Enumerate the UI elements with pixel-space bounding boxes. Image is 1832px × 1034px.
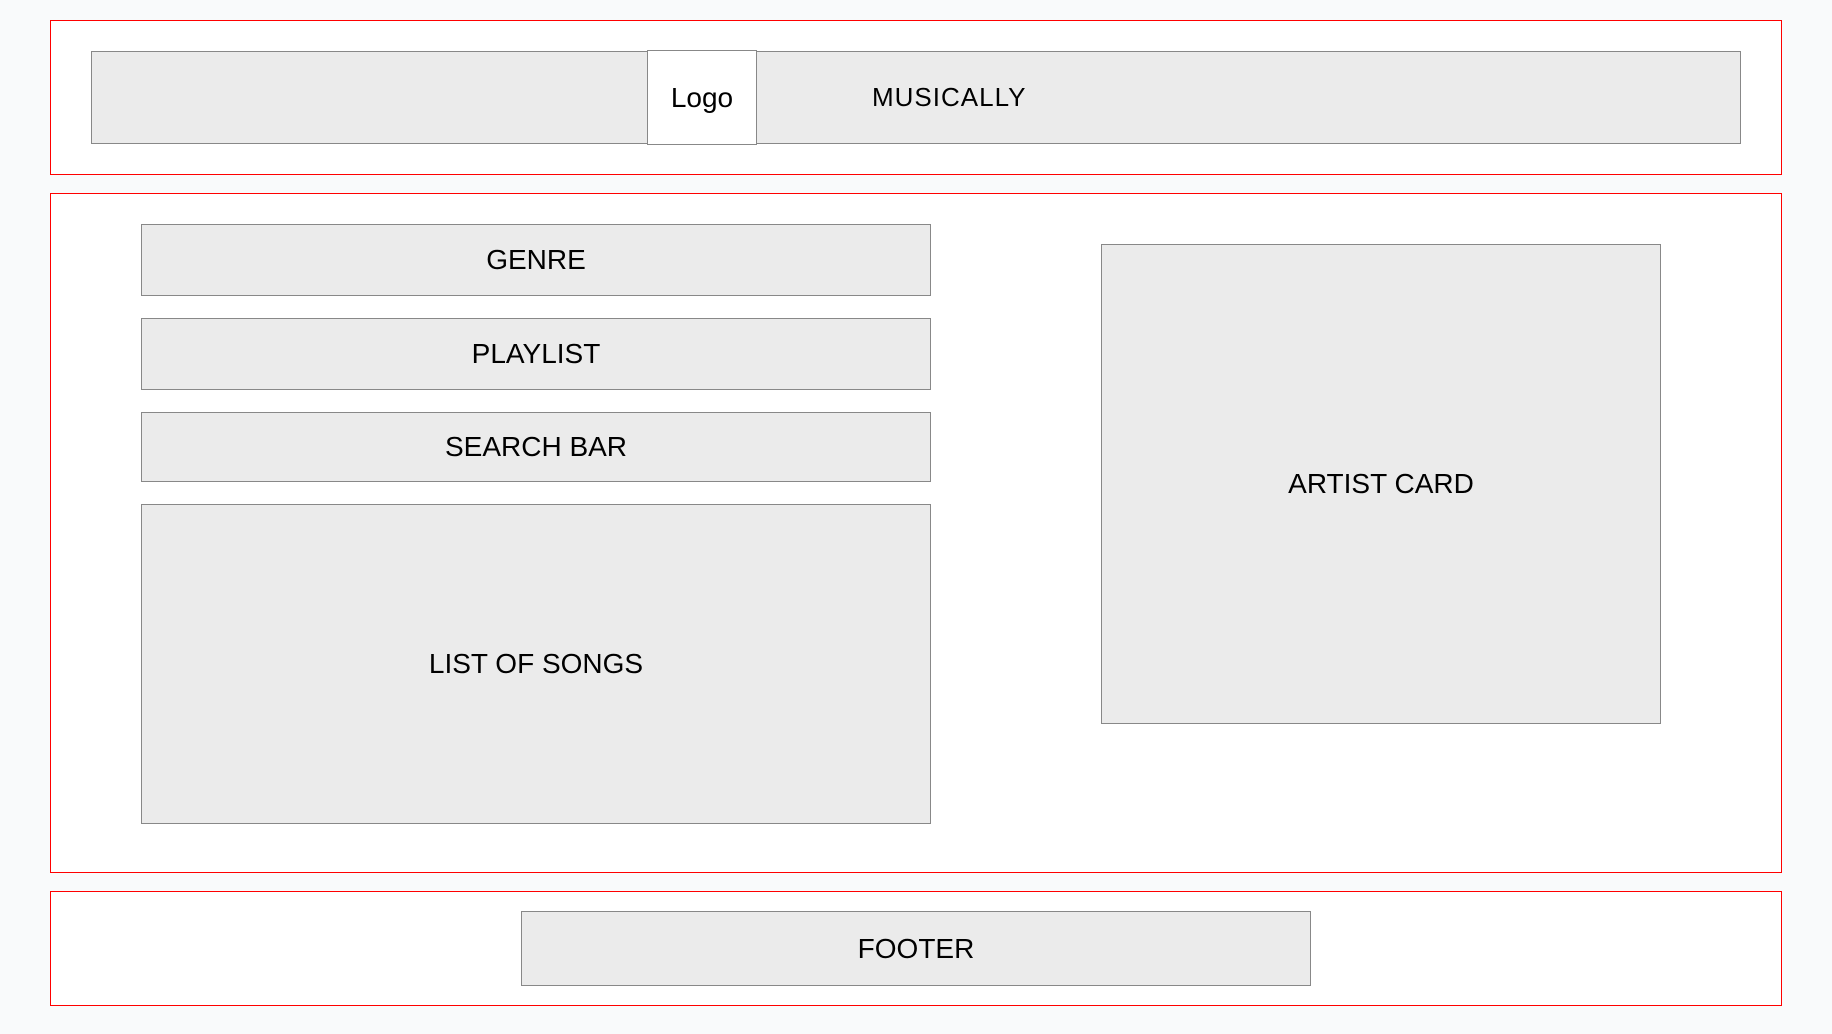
right-column: ARTIST CARD [1101,224,1661,842]
genre-panel[interactable]: GENRE [141,224,931,296]
footer-region: FOOTER [50,891,1782,1006]
app-title: MUSICALLY [872,82,1026,113]
artist-card-panel[interactable]: ARTIST CARD [1101,244,1661,724]
left-column: GENRE PLAYLIST SEARCH BAR LIST OF SONGS [141,224,931,842]
logo-label: Logo [671,82,733,114]
main-region: GENRE PLAYLIST SEARCH BAR LIST OF SONGS … [50,193,1782,873]
genre-label: GENRE [486,244,586,276]
search-bar-label: SEARCH BAR [445,431,627,463]
logo-placeholder: Logo [647,50,757,145]
header-region: Logo MUSICALLY [50,20,1782,175]
list-of-songs-panel[interactable]: LIST OF SONGS [141,504,931,824]
header-bar: Logo MUSICALLY [91,51,1741,144]
search-bar-panel[interactable]: SEARCH BAR [141,412,931,482]
footer-label: FOOTER [858,933,975,965]
playlist-panel[interactable]: PLAYLIST [141,318,931,390]
list-of-songs-label: LIST OF SONGS [429,648,643,680]
playlist-label: PLAYLIST [472,338,601,370]
footer-bar: FOOTER [521,911,1311,986]
artist-card-label: ARTIST CARD [1288,468,1474,500]
